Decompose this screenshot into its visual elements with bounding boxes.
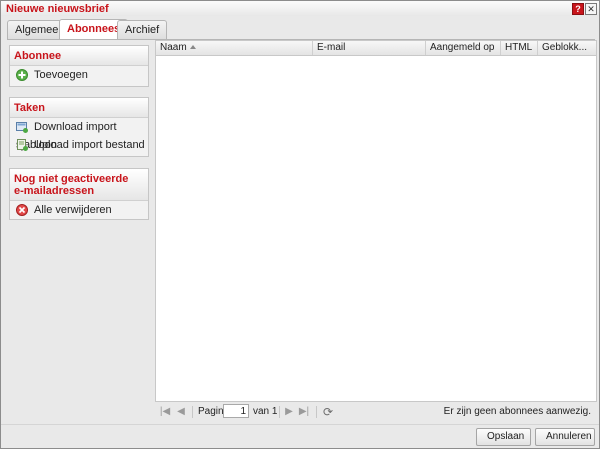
column-name-label: Naam xyxy=(160,42,187,53)
grid-header: Naam E-mail Aangemeld op HTML Geblokk... xyxy=(156,41,596,56)
panel-inactive-title-line1: Nog niet geactiveerde xyxy=(14,173,129,185)
page-number-input[interactable]: 1 xyxy=(223,404,249,418)
column-header-blocked[interactable]: Geblokk... xyxy=(538,41,596,55)
column-header-registered[interactable]: Aangemeld op xyxy=(426,41,501,55)
pager-separator xyxy=(316,406,317,418)
footer-divider xyxy=(1,424,599,425)
delete-all-label: Alle verwijderen xyxy=(34,204,112,217)
save-button[interactable]: Opslaan xyxy=(476,428,531,446)
delete-all-link[interactable]: Alle verwijderen xyxy=(10,201,148,219)
pager-status: Er zijn geen abonnees aanwezig. xyxy=(443,406,591,417)
title-bar: Nieuwe nieuwsbrief ? ✕ xyxy=(1,1,599,16)
panel-subscriber-title: Abonnee xyxy=(10,46,148,66)
panel-tasks: Taken Download import sjabloon Upload im… xyxy=(9,97,149,157)
panel-inactive-title-line2: e-mailadressen xyxy=(14,185,95,197)
pagination-bar: |◀ ◀ Pagina 1 van 1 ▶ ▶| ⟳ Er zijn geen … xyxy=(155,402,595,422)
first-page-icon[interactable]: |◀ xyxy=(159,406,171,418)
upload-file-label: Upload import bestand xyxy=(34,139,145,152)
pager-separator xyxy=(192,406,193,418)
tab-archief[interactable]: Archief xyxy=(117,20,168,39)
upload-file-icon xyxy=(16,139,28,152)
sort-asc-icon xyxy=(189,45,196,50)
download-template-link[interactable]: Download import sjabloon xyxy=(10,118,148,151)
newsletter-dialog: Nieuwe nieuwsbrief ? ✕ Algemeen Abonnees… xyxy=(0,0,600,449)
help-button[interactable]: ? xyxy=(572,3,584,15)
delete-circle-icon xyxy=(16,204,28,217)
add-subscriber-link[interactable]: Toevoegen xyxy=(10,66,148,84)
refresh-icon[interactable]: ⟳ xyxy=(322,406,334,418)
add-circle-icon xyxy=(16,69,28,82)
prev-page-icon[interactable]: ◀ xyxy=(175,406,187,418)
cancel-button[interactable]: Annuleren xyxy=(535,428,595,446)
panel-inactive: Nog niet geactiveerde e-mailadressen All… xyxy=(9,168,149,220)
page-count-label: van 1 xyxy=(253,406,278,417)
window-title: Nieuwe nieuwsbrief xyxy=(6,3,109,15)
panel-subscriber: Abonnee Toevoegen xyxy=(9,45,149,87)
column-header-email[interactable]: E-mail xyxy=(313,41,426,55)
upload-file-link[interactable]: Upload import bestand xyxy=(10,136,148,154)
column-header-name[interactable]: Naam xyxy=(156,41,313,55)
column-header-html[interactable]: HTML xyxy=(501,41,538,55)
download-template-icon xyxy=(16,121,28,134)
close-button[interactable]: ✕ xyxy=(585,3,597,15)
panel-tasks-title: Taken xyxy=(10,98,148,118)
pager-separator xyxy=(279,406,280,418)
last-page-icon[interactable]: ▶| xyxy=(298,406,310,418)
add-subscriber-label: Toevoegen xyxy=(34,69,88,82)
subscriber-grid: Naam E-mail Aangemeld op HTML Geblokk... xyxy=(155,40,597,402)
panel-inactive-title: Nog niet geactiveerde e-mailadressen xyxy=(10,169,148,201)
next-page-icon[interactable]: ▶ xyxy=(283,406,295,418)
